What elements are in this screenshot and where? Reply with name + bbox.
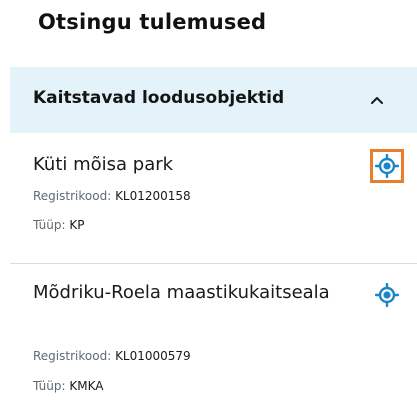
result-registry-code: Registrikood: KL01200158 <box>33 189 191 203</box>
result-item[interactable]: Küti mõisa park Registrikood: KL01200158… <box>10 133 417 264</box>
registry-code-value: KL01200158 <box>115 189 191 203</box>
locate-target-icon <box>375 283 399 307</box>
locate-button[interactable] <box>370 278 404 312</box>
section-header[interactable]: Kaitstavad loodusobjektid <box>10 67 417 133</box>
registry-code-label: Registrikood: <box>33 189 112 203</box>
result-type: Tüüp: KP <box>33 218 85 232</box>
page-title: Otsingu tulemused <box>38 10 267 34</box>
results-section: Kaitstavad loodusobjektid Küti mõisa par… <box>10 67 417 404</box>
registry-code-label: Registrikood: <box>33 349 112 363</box>
type-label: Tüüp: <box>33 379 66 393</box>
result-name[interactable]: Mõdriku-Roela maastikukaitseala <box>33 277 333 308</box>
result-item[interactable]: Mõdriku-Roela maastikukaitseala Registri… <box>10 264 417 404</box>
type-value: KMKA <box>69 379 104 393</box>
type-label: Tüüp: <box>33 218 66 232</box>
registry-code-value: KL01000579 <box>115 349 191 363</box>
result-name[interactable]: Küti mõisa park <box>33 149 333 180</box>
result-registry-code: Registrikood: KL01000579 <box>33 349 191 363</box>
section-title: Kaitstavad loodusobjektid <box>33 88 285 108</box>
chevron-up-icon[interactable] <box>368 92 386 108</box>
type-value: KP <box>69 218 85 232</box>
locate-button[interactable] <box>370 149 404 183</box>
locate-target-icon <box>375 154 399 178</box>
result-type: Tüüp: KMKA <box>33 379 103 393</box>
